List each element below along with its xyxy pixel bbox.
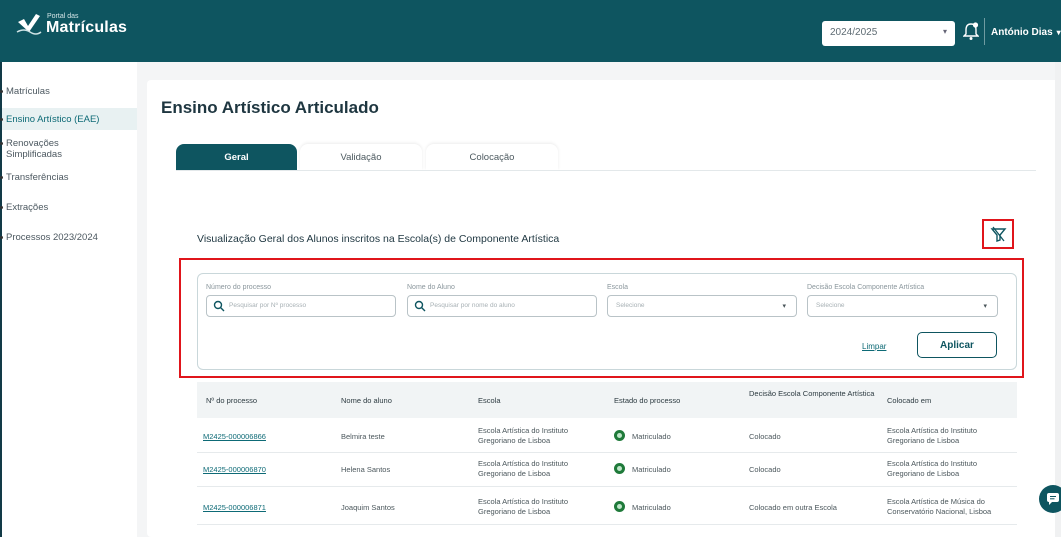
process-number-link[interactable]: M2425-000006870 bbox=[203, 465, 266, 475]
decision-cell: Colocado bbox=[749, 432, 781, 441]
col-header-placed: Colocado em bbox=[887, 396, 932, 405]
col-header-name: Nome do aluno bbox=[341, 396, 392, 405]
sidebar-item-label: Transferências bbox=[6, 172, 69, 183]
student-name-cell: Joaquim Santos bbox=[341, 503, 395, 512]
tab-colocacao[interactable]: Colocação bbox=[426, 144, 558, 170]
decision-cell: Colocado em outra Escola bbox=[749, 503, 837, 512]
status-check-icon bbox=[614, 463, 625, 474]
filter-toggle-button[interactable] bbox=[982, 219, 1014, 249]
search-icon bbox=[414, 300, 426, 312]
section-title: Visualização Geral dos Alunos inscritos … bbox=[197, 233, 560, 245]
status-cell: Matriculado bbox=[632, 503, 671, 512]
process-number-link[interactable]: M2425-000006871 bbox=[203, 503, 266, 513]
school-label: Escola bbox=[607, 284, 629, 291]
sidebar-item-transferencias[interactable]: Transferências bbox=[0, 172, 69, 183]
decision-cell: Colocado bbox=[749, 465, 781, 474]
chat-button[interactable] bbox=[1039, 485, 1061, 513]
col-header-school: Escola bbox=[478, 396, 501, 405]
student-name-label: Nome do Aluno bbox=[407, 284, 455, 291]
sidebar-item-label: Extrações bbox=[6, 202, 49, 213]
student-name-cell: Helena Santos bbox=[341, 465, 391, 474]
col-header-decision: Decisão Escola Componente Artística bbox=[749, 389, 875, 398]
sidebar-item-label: Renovações Simplificadas bbox=[6, 138, 62, 160]
student-name-placeholder: Pesquisar por nome do aluno bbox=[430, 302, 515, 309]
sidebar-item-label: Ensino Artístico (EAE) bbox=[6, 114, 100, 125]
status-cell: Matriculado bbox=[632, 465, 671, 474]
filter-icon bbox=[990, 226, 1007, 242]
header-divider bbox=[984, 18, 985, 45]
page-scrollbar[interactable] bbox=[1055, 62, 1061, 537]
school-select-value: Selecione bbox=[616, 302, 645, 309]
process-number-placeholder: Pesquisar por Nº processo bbox=[229, 302, 307, 309]
status-cell: Matriculado bbox=[632, 432, 671, 441]
sidebar-item-matriculas[interactable]: Matrículas bbox=[0, 86, 50, 97]
student-name-input[interactable]: Pesquisar por nome do aluno bbox=[407, 295, 597, 317]
row-divider bbox=[197, 524, 1017, 525]
col-header-status: Estado do processo bbox=[614, 396, 681, 405]
sidebar-item-label: Matrículas bbox=[6, 86, 50, 97]
status-check-icon bbox=[614, 501, 625, 512]
placed-cell: Escola Artística do Instituto Gregoriano… bbox=[887, 459, 978, 478]
school-year-value: 2024/2025 bbox=[830, 27, 878, 38]
placed-cell: Escola Artística de Música do Conservató… bbox=[887, 497, 992, 516]
tab-validacao[interactable]: Validação bbox=[300, 144, 422, 170]
clear-filters-link[interactable]: Limpar bbox=[862, 342, 886, 351]
student-name-cell: Belmira teste bbox=[341, 432, 385, 441]
decision-select[interactable]: Selecione ▾ bbox=[807, 295, 998, 317]
school-select[interactable]: Selecione ▾ bbox=[607, 295, 797, 317]
decision-label: Decisão Escola Componente Artística bbox=[807, 284, 925, 291]
chevron-down-icon: ▾ bbox=[942, 27, 947, 36]
page-title: Ensino Artístico Articulado bbox=[161, 98, 379, 117]
sidebar-item-extracoes[interactable]: Extrações bbox=[0, 202, 49, 213]
decision-select-value: Selecione bbox=[816, 302, 845, 309]
chevron-down-icon: ▾ bbox=[782, 303, 786, 310]
chevron-down-icon: ▾ bbox=[983, 303, 987, 310]
process-number-input[interactable]: Pesquisar por Nº processo bbox=[206, 295, 396, 317]
school-cell: Escola Artística do Instituto Gregoriano… bbox=[478, 497, 569, 516]
chat-icon bbox=[1047, 493, 1059, 505]
school-cell: Escola Artística do Instituto Gregoriano… bbox=[478, 426, 569, 445]
sidebar bbox=[0, 62, 137, 537]
school-cell: Escola Artística do Instituto Gregoriano… bbox=[478, 459, 569, 478]
portal-logo[interactable]: Portal das Matrículas bbox=[16, 12, 127, 36]
logo-icon bbox=[16, 14, 42, 35]
school-year-select[interactable]: 2024/2025 ▾ bbox=[822, 21, 955, 46]
sidebar-item-label: Processos 2023/2024 bbox=[6, 232, 98, 243]
user-name: António Dias bbox=[991, 27, 1053, 38]
top-bar: Portal das Matrículas 2024/2025 ▾ Antóni… bbox=[0, 0, 1061, 62]
user-menu[interactable]: António Dias ▾ bbox=[991, 27, 1061, 38]
tab-geral[interactable]: Geral bbox=[176, 144, 297, 170]
placed-cell: Escola Artística do Instituto Gregoriano… bbox=[887, 426, 978, 445]
row-divider bbox=[197, 486, 1017, 487]
chevron-down-icon: ▾ bbox=[1056, 28, 1061, 37]
apply-button[interactable]: Aplicar bbox=[917, 332, 997, 358]
col-header-process: Nº do processo bbox=[206, 396, 258, 405]
row-divider bbox=[197, 452, 1017, 453]
bell-icon[interactable] bbox=[963, 21, 979, 41]
sidebar-item-processos[interactable]: Processos 2023/2024 bbox=[0, 232, 98, 243]
process-number-link[interactable]: M2425-000006866 bbox=[203, 432, 266, 442]
sidebar-item-renovacoes[interactable]: Renovações Simplificadas bbox=[0, 138, 116, 160]
process-number-label: Número do processo bbox=[206, 284, 271, 291]
search-icon bbox=[213, 300, 225, 312]
status-check-icon bbox=[614, 430, 625, 441]
sidebar-item-ensino-artistico[interactable]: Ensino Artístico (EAE) bbox=[0, 114, 100, 125]
logo-title: Matrículas bbox=[46, 18, 128, 36]
